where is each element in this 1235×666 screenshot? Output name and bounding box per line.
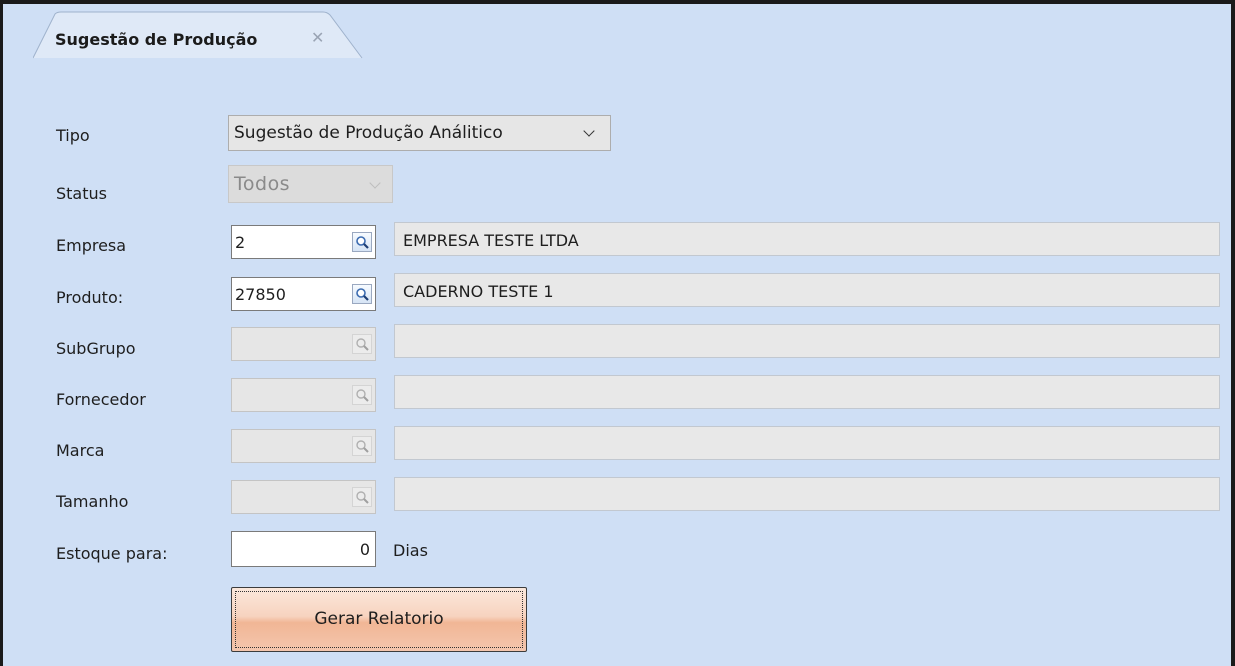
fornecedor-label: Fornecedor xyxy=(56,390,146,409)
marca-description xyxy=(394,426,1220,460)
status-select-value: Todos xyxy=(234,173,291,195)
tipo-label: Tipo xyxy=(56,126,90,145)
frame-border xyxy=(1231,0,1235,666)
window-frame: Sugestão de Produção ✕ Tipo Sugestão de … xyxy=(0,0,1235,666)
tipo-select[interactable]: Sugestão de Produção Análitico xyxy=(228,115,611,151)
magnifier-icon[interactable] xyxy=(352,436,372,456)
produto-label: Produto: xyxy=(56,288,124,307)
tamanho-description xyxy=(394,477,1220,511)
estoque-days-value: 0 xyxy=(359,540,370,559)
tamanho-code-input[interactable] xyxy=(231,480,376,514)
estoque-label: Estoque para: xyxy=(56,544,168,563)
close-icon[interactable]: ✕ xyxy=(311,28,324,47)
magnifier-icon[interactable] xyxy=(352,334,372,354)
magnifier-icon[interactable] xyxy=(352,487,372,507)
estoque-unit: Dias xyxy=(393,541,428,560)
subgrupo-label: SubGrupo xyxy=(56,339,136,358)
produto-description: CADERNO TESTE 1 xyxy=(394,273,1220,307)
subgrupo-description xyxy=(394,324,1220,358)
empresa-description: EMPRESA TESTE LTDA xyxy=(394,222,1220,256)
status-label: Status xyxy=(56,184,107,203)
fornecedor-code-input[interactable] xyxy=(231,378,376,412)
marca-code-input[interactable] xyxy=(231,429,376,463)
chevron-down-icon xyxy=(369,177,381,189)
estoque-days-input[interactable]: 0 xyxy=(231,531,376,567)
form-panel: Sugestão de Produção ✕ Tipo Sugestão de … xyxy=(3,4,1231,666)
empresa-code-value: 2 xyxy=(235,233,246,252)
gerar-relatorio-label: Gerar Relatorio xyxy=(314,609,444,629)
empresa-description-text: EMPRESA TESTE LTDA xyxy=(403,231,579,250)
produto-code-input[interactable]: 27850 xyxy=(231,277,376,311)
tab-title: Sugestão de Produção xyxy=(55,30,258,49)
tamanho-label: Tamanho xyxy=(56,492,129,511)
tab-sugestao-producao[interactable]: Sugestão de Produção ✕ xyxy=(33,11,363,59)
gerar-relatorio-button[interactable]: Gerar Relatorio xyxy=(231,587,527,652)
magnifier-icon[interactable] xyxy=(352,284,372,304)
tipo-select-value: Sugestão de Produção Análitico xyxy=(234,123,503,143)
chevron-down-icon xyxy=(583,125,595,137)
produto-code-value: 27850 xyxy=(235,285,286,304)
fornecedor-description xyxy=(394,375,1220,409)
empresa-label: Empresa xyxy=(56,236,127,255)
subgrupo-code-input[interactable] xyxy=(231,327,376,361)
empresa-code-input[interactable]: 2 xyxy=(231,225,376,259)
produto-description-text: CADERNO TESTE 1 xyxy=(403,282,554,301)
marca-label: Marca xyxy=(56,441,105,460)
magnifier-icon[interactable] xyxy=(352,232,372,252)
status-select[interactable]: Todos xyxy=(228,165,393,203)
magnifier-icon[interactable] xyxy=(352,385,372,405)
